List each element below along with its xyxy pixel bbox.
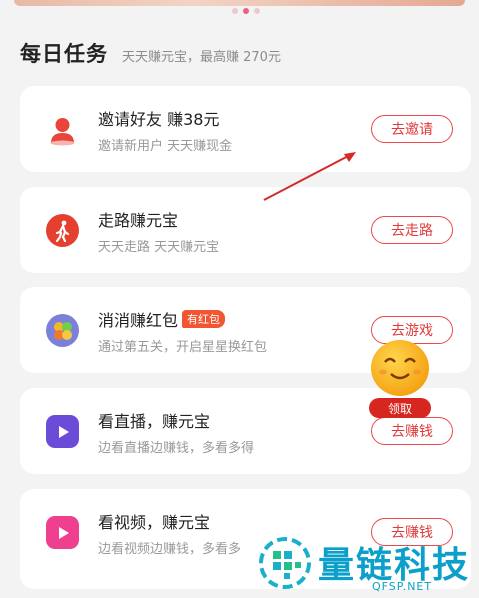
annotation-arrow-icon bbox=[263, 152, 356, 201]
section-header: 每日任务 天天赚元宝，最高赚 270元 bbox=[20, 38, 281, 68]
red-packet-badge: 有红包 bbox=[182, 310, 226, 328]
task-card-invite[interactable]: 邀请好友 赚38元 邀请新用户 天天赚现金 去邀请 bbox=[20, 86, 471, 172]
match-game-icon bbox=[46, 314, 79, 347]
task-desc: 边看视频边赚钱，多看多 bbox=[98, 542, 242, 557]
section-subtitle: 天天赚元宝，最高赚 270元 bbox=[122, 50, 281, 65]
watermark-logo-icon bbox=[259, 537, 311, 589]
carousel-dot-active bbox=[243, 8, 249, 14]
task-desc: 通过第五关，开启星星换红包 bbox=[98, 340, 268, 355]
task-name: 看视频，赚元宝 bbox=[98, 513, 211, 532]
play-icon bbox=[46, 415, 79, 448]
task-card-walk[interactable]: 走路赚元宝 天天走路 天天赚元宝 去走路 bbox=[20, 187, 471, 273]
section-title: 每日任务 bbox=[20, 42, 108, 66]
task-desc: 邀请新用户 天天赚现金 bbox=[98, 139, 233, 154]
task-desc: 天天走路 天天赚元宝 bbox=[98, 240, 220, 255]
play-icon bbox=[46, 516, 79, 549]
task-name: 走路赚元宝 bbox=[98, 211, 179, 230]
task-name: 看直播，赚元宝 bbox=[98, 412, 211, 431]
carousel-indicator bbox=[232, 8, 260, 14]
mascot-face-icon bbox=[371, 340, 429, 396]
task-name: 邀请好友 赚38元 bbox=[98, 110, 220, 129]
invite-button[interactable]: 去邀请 bbox=[371, 115, 453, 143]
walking-icon bbox=[46, 214, 79, 247]
watermark: 量链科技 QFSP.NET bbox=[258, 532, 479, 598]
earn-button-live[interactable]: 去赚钱 bbox=[371, 417, 453, 445]
carousel-dot bbox=[232, 8, 238, 14]
banner-edge[interactable] bbox=[14, 0, 465, 6]
person-icon bbox=[46, 113, 79, 146]
task-name: 消消赚红包 bbox=[98, 311, 179, 330]
floating-mascot[interactable]: 领取 bbox=[369, 340, 431, 420]
task-desc: 边看直播边赚钱，多看多得 bbox=[98, 441, 255, 456]
watermark-domain: QFSP.NET bbox=[372, 580, 433, 593]
walk-button[interactable]: 去走路 bbox=[371, 216, 453, 244]
claim-button[interactable]: 领取 bbox=[369, 398, 431, 418]
carousel-dot bbox=[254, 8, 260, 14]
